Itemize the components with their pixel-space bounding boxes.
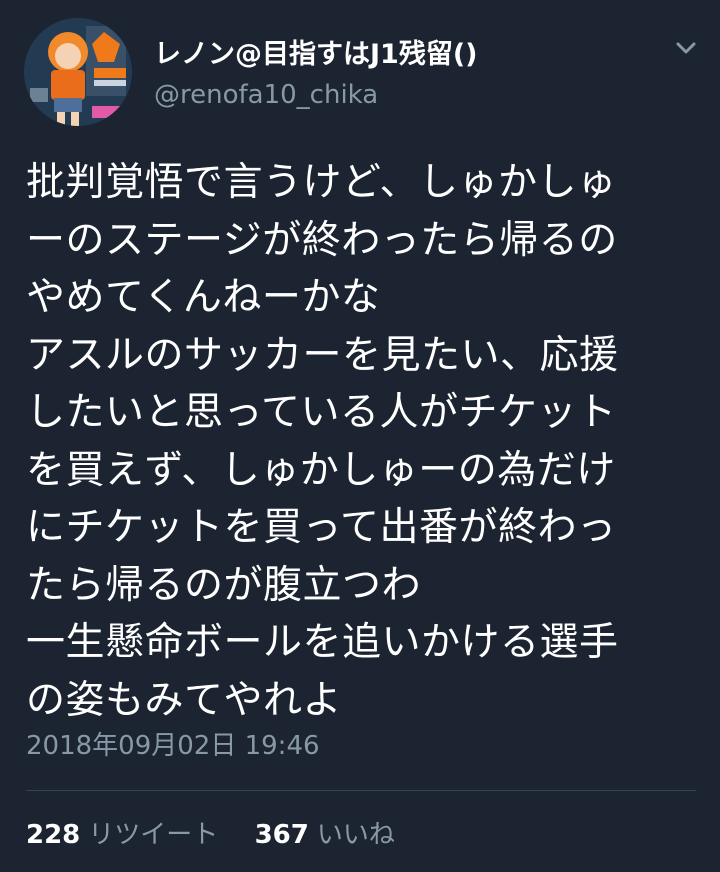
likes-label: いいね bbox=[316, 820, 395, 850]
user-names: レノン@目指すはJ1残留() @renofa10_chika bbox=[154, 38, 478, 112]
retweets-stat[interactable]: 228 リツイート bbox=[26, 817, 218, 853]
avatar-image bbox=[24, 18, 132, 126]
tweet-text-line: の姿もみてやれよ bbox=[26, 677, 343, 723]
tweet-text-line: ーのステージが終わったら帰るの bbox=[26, 217, 618, 263]
avatar[interactable] bbox=[24, 18, 132, 126]
tweet-text: 批判覚悟で言うけど、しゅかしゅ ーのステージが終わったら帰るの やめてくんねーか… bbox=[26, 154, 702, 729]
tweet-stats: 228 リツイート 367 いいね bbox=[26, 817, 395, 853]
display-name[interactable]: レノン@目指すはJ1残留() bbox=[154, 38, 478, 72]
likes-count: 367 bbox=[254, 820, 309, 850]
tweet-text-line: 批判覚悟で言うけど、しゅかしゅ bbox=[26, 160, 617, 205]
tweet-detail: レノン@目指すはJ1残留() @renofa10_chika 批判覚悟で言うけど… bbox=[0, 0, 720, 872]
divider bbox=[26, 790, 696, 791]
tweet-header: レノン@目指すはJ1残留() @renofa10_chika bbox=[24, 18, 700, 128]
tweet-text-line: 一生懸命ボールを追いかける選手 bbox=[26, 620, 619, 665]
retweets-count: 228 bbox=[26, 820, 81, 850]
tweet-text-line: を買えず、しゅかしゅーの為だけ bbox=[26, 447, 616, 493]
likes-stat[interactable]: 367 いいね bbox=[255, 817, 395, 853]
tweet-timestamp[interactable]: 2018年09月02日 19:46 bbox=[26, 728, 320, 764]
tweet-text-line: にチケットを買って出番が終わっ bbox=[26, 505, 617, 550]
user-handle[interactable]: @renofa10_chika bbox=[154, 78, 478, 112]
retweets-label: リツイート bbox=[88, 820, 219, 850]
tweet-text-line: したいと思っている人がチケット bbox=[26, 390, 617, 435]
chevron-down-icon[interactable] bbox=[674, 38, 698, 58]
tweet-text-line: たら帰るのが腹立つわ bbox=[26, 562, 422, 608]
tweet-text-line: アスルのサッカーを見たい、応援 bbox=[26, 332, 619, 378]
tweet-text-line: やめてくんねーかな bbox=[26, 275, 381, 320]
